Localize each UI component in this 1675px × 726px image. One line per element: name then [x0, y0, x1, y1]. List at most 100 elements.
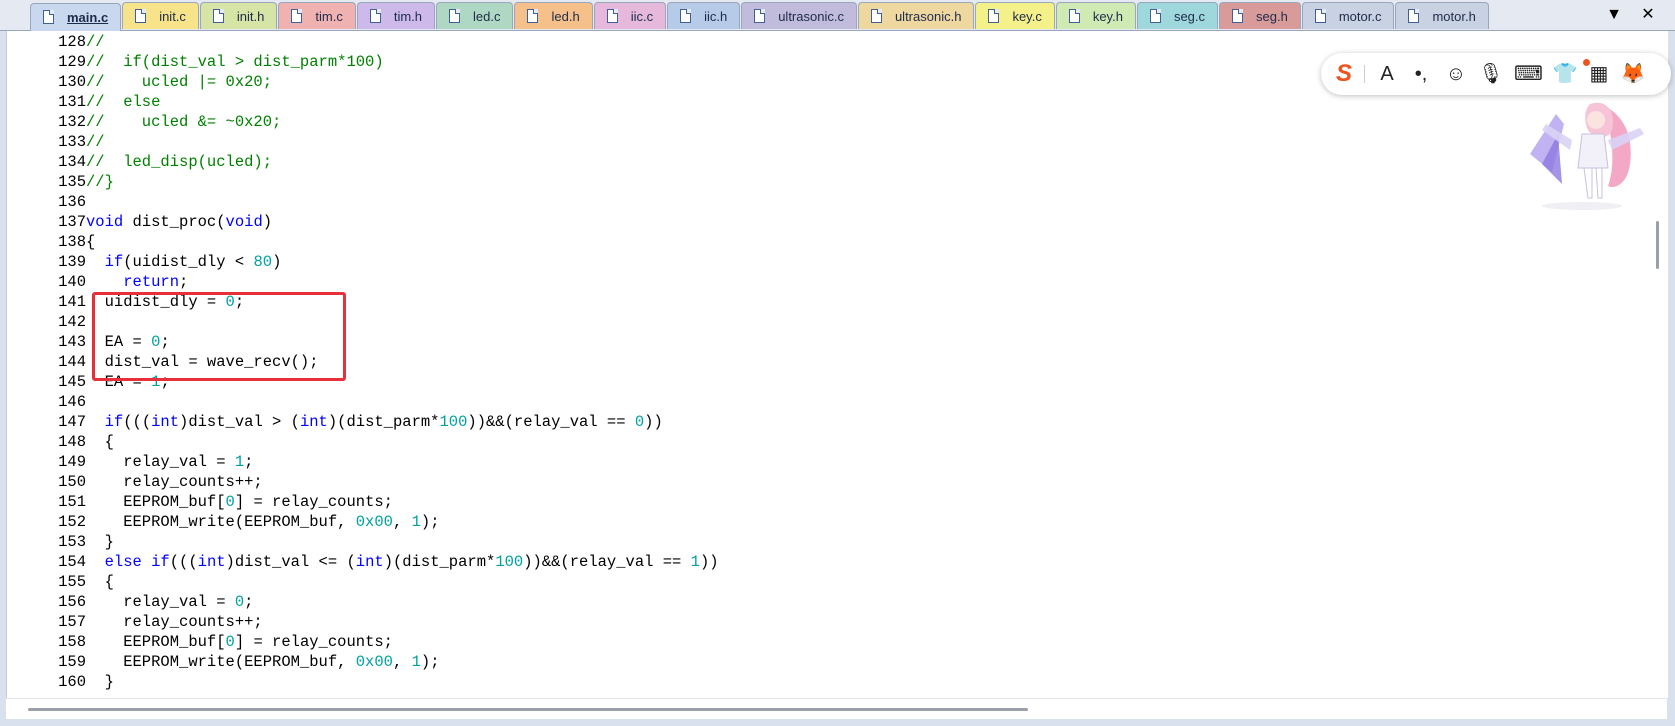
file-icon	[527, 9, 539, 23]
file-tab[interactable]: led.h	[514, 2, 593, 29]
code-line[interactable]: // ucled |= 0x20;	[86, 72, 719, 92]
code-line[interactable]: relay_counts++;	[86, 472, 719, 492]
code-token: {	[86, 573, 114, 591]
code-line[interactable]: void dist_proc(void)	[86, 212, 719, 232]
file-icon	[449, 9, 461, 23]
code-line[interactable]: else if(((int)dist_val <= (int)(dist_par…	[86, 552, 719, 572]
file-tab[interactable]: main.c	[30, 3, 122, 31]
code-line[interactable]: //}	[86, 172, 719, 192]
file-tab[interactable]: key.c	[975, 2, 1055, 29]
skin-shirt-icon[interactable]: 👕	[1551, 61, 1579, 87]
code-line[interactable]: if(uidist_dly < 80)	[86, 252, 719, 272]
code-line[interactable]: {	[86, 432, 719, 452]
code-line[interactable]: {	[86, 572, 719, 592]
code-line[interactable]: // ucled &= ~0x20;	[86, 112, 719, 132]
file-tab[interactable]: init.h	[199, 2, 278, 29]
file-icon	[212, 9, 224, 23]
file-tab[interactable]: ultrasonic.c	[741, 2, 857, 29]
annotation-highlight-box	[92, 292, 346, 381]
code-token: //}	[86, 173, 114, 191]
code-token: );	[420, 653, 440, 671]
line-number: 140	[58, 273, 86, 291]
file-tab[interactable]: led.c	[436, 2, 514, 29]
notification-dot	[1583, 59, 1590, 66]
close-tab-icon[interactable]: ✕	[1637, 4, 1659, 26]
code-token: {	[86, 433, 114, 451]
code-line[interactable]: return;	[86, 272, 719, 292]
code-token: ;	[179, 273, 189, 291]
code-token: )	[262, 213, 273, 231]
mascot-mini-icon[interactable]: 🦊	[1619, 61, 1647, 87]
file-tab[interactable]: seg.c	[1136, 2, 1219, 29]
code-token: }	[86, 673, 114, 691]
file-icon	[988, 9, 1000, 23]
code-token: {	[86, 233, 96, 251]
file-tab[interactable]: seg.h	[1219, 2, 1301, 29]
line-number: 141	[58, 293, 86, 311]
code-line[interactable]	[86, 192, 719, 212]
code-line[interactable]: }	[86, 532, 719, 552]
file-tab[interactable]: motor.h	[1395, 2, 1489, 29]
file-tab[interactable]: iic.c	[593, 2, 667, 29]
file-tab-label: init.h	[236, 9, 265, 24]
file-tab[interactable]: tim.c	[278, 2, 356, 29]
code-line[interactable]	[86, 392, 719, 412]
emoji-icon[interactable]: ☺	[1442, 61, 1470, 87]
line-number: 133	[58, 133, 86, 151]
keyboard-icon[interactable]: ⌨	[1514, 61, 1543, 87]
code-token: ))&&(relay_val ==	[467, 413, 635, 431]
horizontal-scrollbar[interactable]	[6, 698, 1667, 719]
grid-apps-icon[interactable]: ▦	[1585, 61, 1613, 87]
microphone-icon[interactable]: 🎙	[1477, 61, 1505, 87]
code-line[interactable]: // if(dist_val > dist_parm*100)	[86, 52, 719, 72]
code-token: (((	[123, 413, 152, 431]
code-line[interactable]: // led_disp(ucled);	[86, 152, 719, 172]
file-tab[interactable]: init.c	[122, 2, 199, 29]
line-number: 147	[58, 413, 86, 431]
line-number: 156	[58, 593, 86, 611]
code-token: ))&&(relay_val ==	[523, 553, 691, 571]
file-tab[interactable]: key.h	[1055, 2, 1136, 29]
code-line[interactable]: }	[86, 672, 719, 692]
file-tab[interactable]: ultrasonic.h	[857, 2, 975, 29]
code-line[interactable]: relay_val = 1;	[86, 452, 719, 472]
code-line[interactable]: EEPROM_write(EEPROM_buf, 0x00, 1);	[86, 652, 719, 672]
horizontal-scroll-thumb[interactable]	[28, 708, 1028, 711]
code-token: return	[123, 273, 180, 291]
code-token: 100	[439, 413, 468, 431]
code-editor[interactable]: 128 129 130 131 132 133 134 135 136 137 138 139 140 1…	[6, 31, 1668, 698]
code-line[interactable]: //	[86, 132, 719, 152]
file-tab-label: tim.h	[393, 9, 423, 24]
code-token: );	[420, 513, 440, 531]
code-token: 1	[234, 453, 245, 471]
sogou-logo-icon[interactable]: S	[1331, 62, 1357, 86]
tab-list-dropdown-icon[interactable]: ▼	[1603, 4, 1625, 26]
file-tab[interactable]: tim.h	[356, 2, 436, 29]
code-token: ] = relay_counts;	[234, 493, 393, 511]
file-tab[interactable]: motor.c	[1301, 2, 1395, 29]
code-token: 80	[253, 253, 273, 271]
ime-divider	[1364, 65, 1365, 83]
vertical-scroll-thumb[interactable]	[1656, 221, 1659, 269]
code-line[interactable]: EEPROM_buf[0] = relay_counts;	[86, 492, 719, 512]
code-line[interactable]: relay_val = 0;	[86, 592, 719, 612]
code-token: EEPROM_write(EEPROM_buf,	[86, 513, 356, 531]
code-token: 0x00	[355, 653, 393, 671]
code-line[interactable]: if(((int)dist_val > (int)(dist_parm*100)…	[86, 412, 719, 432]
file-icon	[1232, 9, 1244, 23]
code-token: 0	[225, 633, 235, 651]
code-line[interactable]: EEPROM_write(EEPROM_buf, 0x00, 1);	[86, 512, 719, 532]
punctuation-icon[interactable]: •,	[1407, 61, 1435, 87]
code-line[interactable]: relay_counts++;	[86, 612, 719, 632]
line-number: 130	[58, 73, 86, 91]
code-line[interactable]: {	[86, 232, 719, 252]
code-line[interactable]: //	[86, 32, 719, 52]
code-line[interactable]: EEPROM_buf[0] = relay_counts;	[86, 632, 719, 652]
code-line[interactable]: // else	[86, 92, 719, 112]
font-icon[interactable]: A	[1373, 61, 1401, 87]
line-number: 134	[58, 153, 86, 171]
file-icon	[870, 9, 882, 23]
file-tab[interactable]: iic.h	[667, 2, 741, 29]
code-token: relay_val =	[86, 593, 235, 611]
